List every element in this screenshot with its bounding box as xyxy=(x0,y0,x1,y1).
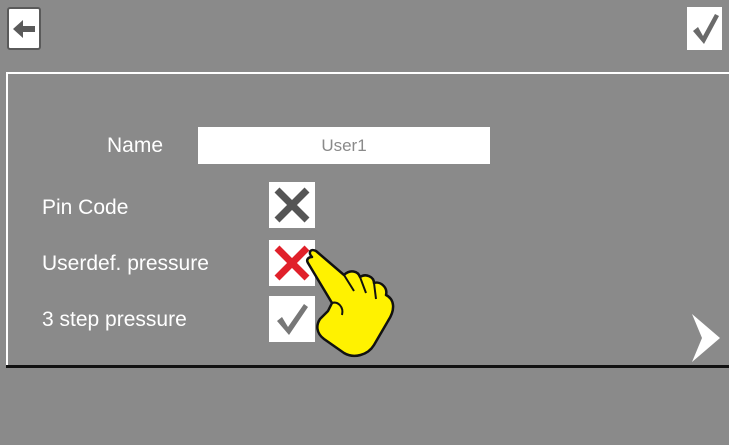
pin-code-label: Pin Code xyxy=(42,196,129,219)
three-step-pressure-label: 3 step pressure xyxy=(42,308,187,331)
name-label: Name xyxy=(107,134,164,157)
next-button[interactable] xyxy=(686,310,726,365)
screen: Name User1 Pin Code Userdef. pressure 3 … xyxy=(0,0,729,445)
checkmark-icon xyxy=(692,13,719,44)
pin-code-checkbox[interactable] xyxy=(269,182,315,228)
name-value: User1 xyxy=(321,135,367,155)
name-field[interactable]: User1 xyxy=(198,127,490,164)
back-button[interactable] xyxy=(7,7,41,50)
arrow-left-icon xyxy=(13,19,35,38)
userdef-pressure-label: Userdef. pressure xyxy=(42,252,209,275)
cross-icon xyxy=(274,187,310,223)
hand-pointer-icon xyxy=(305,248,395,357)
chevron-right-icon xyxy=(692,313,720,362)
top-bar xyxy=(0,0,729,70)
divider xyxy=(6,365,729,368)
confirm-button[interactable] xyxy=(687,7,722,50)
